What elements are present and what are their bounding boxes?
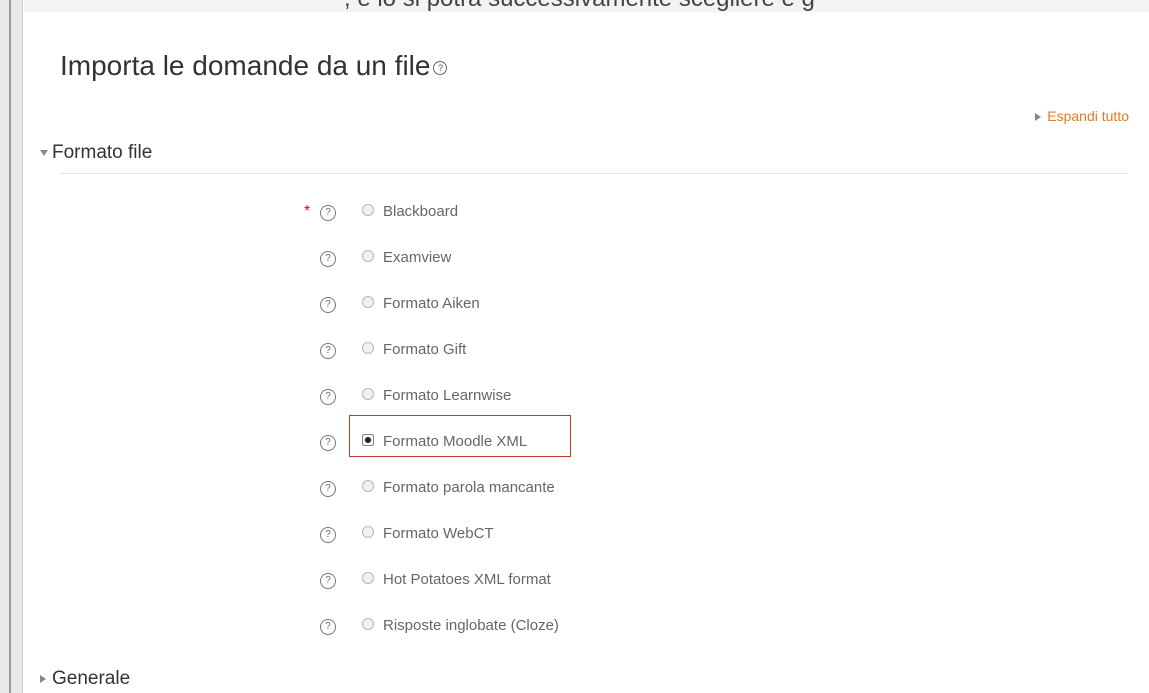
help-icon[interactable]: ? [320,435,336,451]
help-icon[interactable]: ? [320,251,336,267]
radio-option-examview[interactable]: Examview [362,249,451,266]
option-label: Risposte inglobate (Cloze) [383,617,559,634]
radio-button[interactable] [362,572,374,585]
help-icon[interactable]: ? [320,343,336,359]
required-asterisk-icon: * [304,203,311,220]
caret-down-icon [40,149,48,156]
radio-option-cloze[interactable]: Risposte inglobate (Cloze) [362,617,559,634]
caret-right-icon [1035,113,1042,122]
option-label: Formato Aiken [383,295,480,312]
expand-all-link[interactable]: Espandi tutto [1035,108,1129,124]
page-title: Importa le domande da un file? [60,50,448,82]
radio-option-missing-word[interactable]: Formato parola mancante [362,479,555,496]
radio-option-hot-potatoes[interactable]: Hot Potatoes XML format [362,571,551,588]
section-header-format[interactable]: Formato file [40,142,152,164]
radio-button[interactable] [362,526,374,539]
help-icon[interactable]: ? [320,297,336,313]
radio-button[interactable] [362,480,374,493]
section-general-label: Generale [52,668,131,689]
option-label: Formato WebCT [383,525,494,542]
page-title-text: Importa le domande da un file [60,50,431,81]
radio-option-gift[interactable]: Formato Gift [362,341,466,358]
radio-option-blackboard[interactable]: Blackboard [362,203,458,220]
help-icon[interactable]: ? [320,389,336,405]
option-label: Hot Potatoes XML format [383,571,551,588]
radio-button[interactable] [362,250,374,263]
help-icon[interactable]: ? [320,205,336,221]
radio-option-aiken[interactable]: Formato Aiken [362,295,480,312]
radio-button[interactable] [362,296,374,309]
help-icon[interactable]: ? [320,619,336,635]
help-icon[interactable]: ? [433,60,448,75]
caret-right-icon [40,674,46,683]
selection-highlight-box [349,415,571,457]
section-divider [60,173,1128,174]
option-label: Examview [383,249,452,266]
radio-button[interactable] [362,618,374,631]
option-label: Formato parola mancante [383,479,555,496]
option-label: Blackboard [383,203,459,220]
window-left-edge [0,0,23,693]
edge-stripe [9,0,11,693]
radio-option-learnwise[interactable]: Formato Learnwise [362,387,511,404]
help-icon[interactable]: ? [320,527,336,543]
radio-button[interactable] [362,204,374,217]
section-header-general[interactable]: Generale [40,668,130,690]
section-format-label: Formato file [52,142,153,163]
radio-button[interactable] [362,388,374,401]
option-label: Formato Learnwise [383,387,512,404]
help-icon[interactable]: ? [320,481,336,497]
top-cropped-text: , e lo si potrà successivamente sceglier… [24,0,1149,12]
radio-button[interactable] [362,342,374,355]
cropped-text: , e lo si potrà successivamente sceglier… [344,0,815,12]
option-label: Formato Gift [383,341,467,358]
radio-option-webct[interactable]: Formato WebCT [362,525,494,542]
expand-all-label: Espandi tutto [1047,108,1129,124]
help-icon[interactable]: ? [320,573,336,589]
